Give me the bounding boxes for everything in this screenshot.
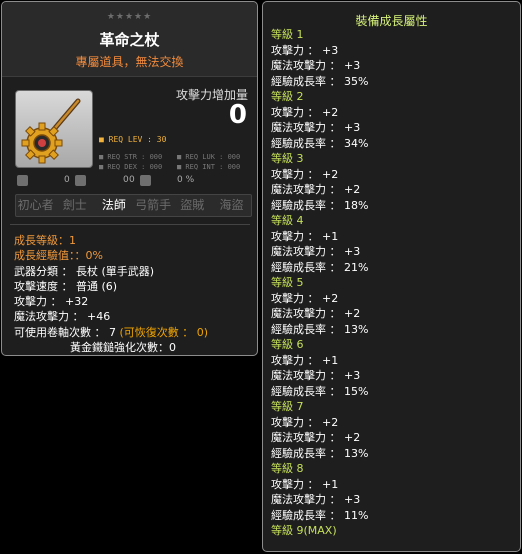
job-bowman: 弓箭手 [135, 198, 172, 212]
growth-level-stat: 經驗成長率 ： 11% [271, 508, 369, 522]
potential-icon [140, 175, 151, 186]
growth-level-label: 等級 6 [271, 338, 304, 351]
growth-level-stat: 經驗成長率 ： 13% [271, 322, 369, 336]
attack-increase-value: 0 [228, 100, 247, 130]
growth-level-label: 等級 4 [271, 214, 304, 227]
bag-icon [75, 175, 86, 186]
magic-attack-stat: 魔法攻擊力 ： +46 [14, 310, 111, 324]
growth-level-label: 等級 5 [271, 276, 304, 289]
growth-level-stat: 經驗成長率 ： 21% [271, 260, 369, 274]
attack-stat: 攻擊力 ： +32 [14, 295, 89, 309]
growth-level-label: 等級 7 [271, 400, 304, 413]
weapon-type: 武器分類 ： 長杖 (單手武器) [14, 264, 155, 278]
untradeable-notice: 專屬道具，無法交換 [75, 55, 184, 69]
item-icon-frame [15, 90, 93, 168]
growth-level-stat: 攻擊力 ： +1 [271, 353, 339, 367]
cube-icon [17, 175, 28, 186]
growth-level-label: 等級 2 [271, 90, 304, 103]
tooltip-header: ★★★★★ 革命之杖 專屬道具，無法交換 [2, 2, 257, 77]
item-stats: 成長等級：1 成長經驗值：：0% 武器分類 ： 長杖 (單手武器) 攻擊速度 ：… [14, 233, 208, 355]
growth-level-stat: 攻擊力 ： +2 [271, 291, 339, 305]
growth-level-label: 等級 9(MAX) [271, 524, 337, 537]
growth-level-stat: 魔法攻擊力 ： +3 [271, 59, 361, 72]
growth-level-stat: 經驗成長率 ： 13% [271, 446, 369, 460]
req-int: ■ REQ INT : 000 [177, 163, 241, 171]
upgrade-slots: 可使用卷軸次數 ： 7 [14, 325, 116, 339]
recoverable-slots: (可恢復次數 ： 0) [119, 325, 209, 339]
req-stats: ■ REQ STR : 000 ■ REQ LUK : 000 ■ REQ DEX… [99, 152, 259, 172]
growth-level-stat: 經驗成長率 ： 35% [271, 74, 369, 88]
growth-attributes-panel: 裝備成長屬性 等級 1 攻擊力 ： +3 魔法攻擊力 ： +3 經驗成長率 ： 35%… [262, 1, 521, 552]
item-flags-row: 0 0 0 0 % [17, 175, 247, 189]
growth-level-stat: 攻擊力 ： +1 [271, 477, 339, 491]
item-title: 革命之杖 [99, 31, 160, 49]
flag-value-1: 0 [64, 175, 70, 185]
star-force-stars: ★★★★★ [106, 12, 153, 22]
req-level: ■ REQ LEV : 30 [99, 135, 167, 144]
growth-level-stat: 經驗成長率 ： 34% [271, 136, 369, 150]
flag-value-2: 0 [123, 175, 129, 185]
growth-level-stat: 攻擊力 ： +2 [271, 105, 339, 119]
growth-level-stat: 魔法攻擊力 ： +2 [271, 307, 361, 320]
growth-level-label: 等級 8 [271, 462, 304, 475]
growth-level-stat: 攻擊力 ： +3 [271, 43, 339, 57]
growth-level-stat: 魔法攻擊力 ： +3 [271, 493, 361, 506]
growth-level-stat: 魔法攻擊力 ： +3 [271, 245, 361, 258]
job-warrior: 劍士 [62, 198, 87, 212]
job-magician: 法師 [101, 198, 126, 212]
staff-icon [21, 98, 81, 164]
job-thief: 盜賊 [180, 198, 205, 212]
growth-level-label: 等級 3 [271, 152, 304, 165]
growth-exp: 成長經驗值：：0% [14, 249, 103, 263]
golden-hammer: 黃金鐵鎚強化次數：0 [70, 341, 176, 355]
attack-speed: 攻擊速度 ： 普通 (6) [14, 279, 118, 293]
growth-level-stat: 攻擊力 ： +2 [271, 167, 339, 181]
growth-level-stat: 經驗成長率 ： 15% [271, 384, 369, 398]
job-pirate: 海盜 [219, 198, 244, 212]
growth-level-list: 等級 1 攻擊力 ： +3 魔法攻擊力 ： +3 經驗成長率 ： 35% 等級 2 攻擊力… [271, 27, 368, 539]
req-str: ■ REQ STR : 000 [99, 153, 163, 161]
growth-level-stat: 經驗成長率 ： 18% [271, 198, 369, 212]
flag-value-4: 0 % [177, 175, 195, 185]
growth-level-stat: 攻擊力 ： +1 [271, 229, 339, 243]
divider [10, 224, 250, 225]
flag-value-3: 0 [129, 175, 135, 185]
growth-level-label: 等級 1 [271, 28, 304, 41]
job-restriction-bar: 初心者 劍士 法師 弓箭手 盜賊 海盜 [15, 194, 252, 217]
growth-level-stat: 魔法攻擊力 ： +3 [271, 121, 361, 134]
item-tooltip-panel: ★★★★★ 革命之杖 專屬道具，無法交換 攻擊力增加量 0 ■ REQ LEV … [1, 1, 258, 356]
growth-level-stat: 魔法攻擊力 ： +2 [271, 431, 361, 444]
growth-level: 成長等級：1 [14, 234, 76, 247]
req-dex: ■ REQ DEX : 000 [99, 163, 163, 171]
growth-level-stat: 魔法攻擊力 ： +2 [271, 183, 361, 196]
job-beginner: 初心者 [17, 198, 54, 212]
req-luk: ■ REQ LUK : 000 [177, 153, 241, 161]
growth-level-stat: 魔法攻擊力 ： +3 [271, 369, 361, 382]
growth-level-stat: 攻擊力 ： +2 [271, 415, 339, 429]
